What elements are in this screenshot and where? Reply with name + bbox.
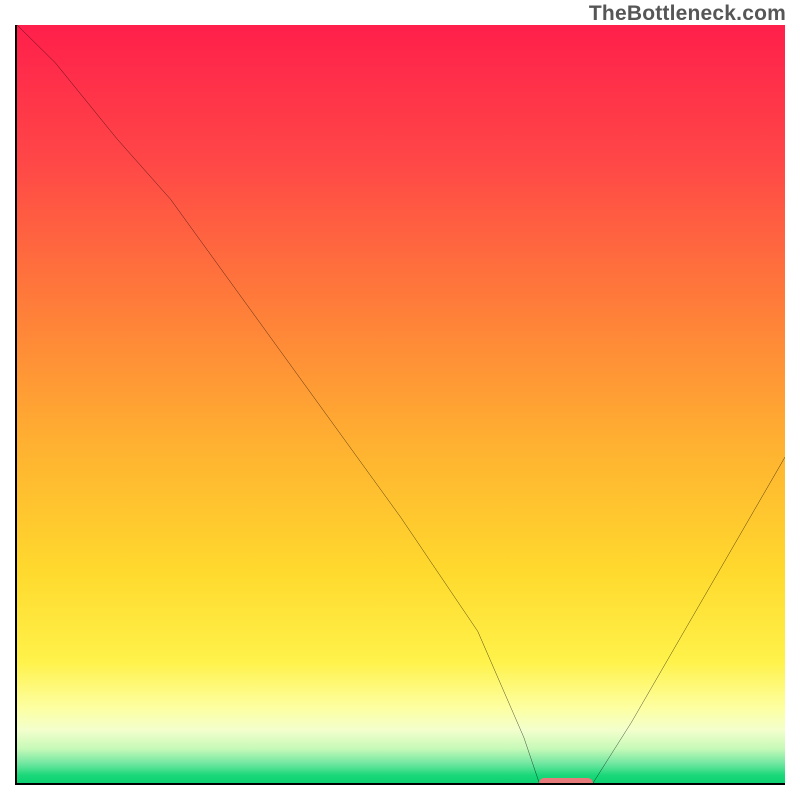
heat-gradient-background <box>17 25 785 783</box>
chart-container: TheBottleneck.com <box>0 0 800 800</box>
plot-area <box>15 25 785 785</box>
watermark-text: TheBottleneck.com <box>589 2 786 26</box>
